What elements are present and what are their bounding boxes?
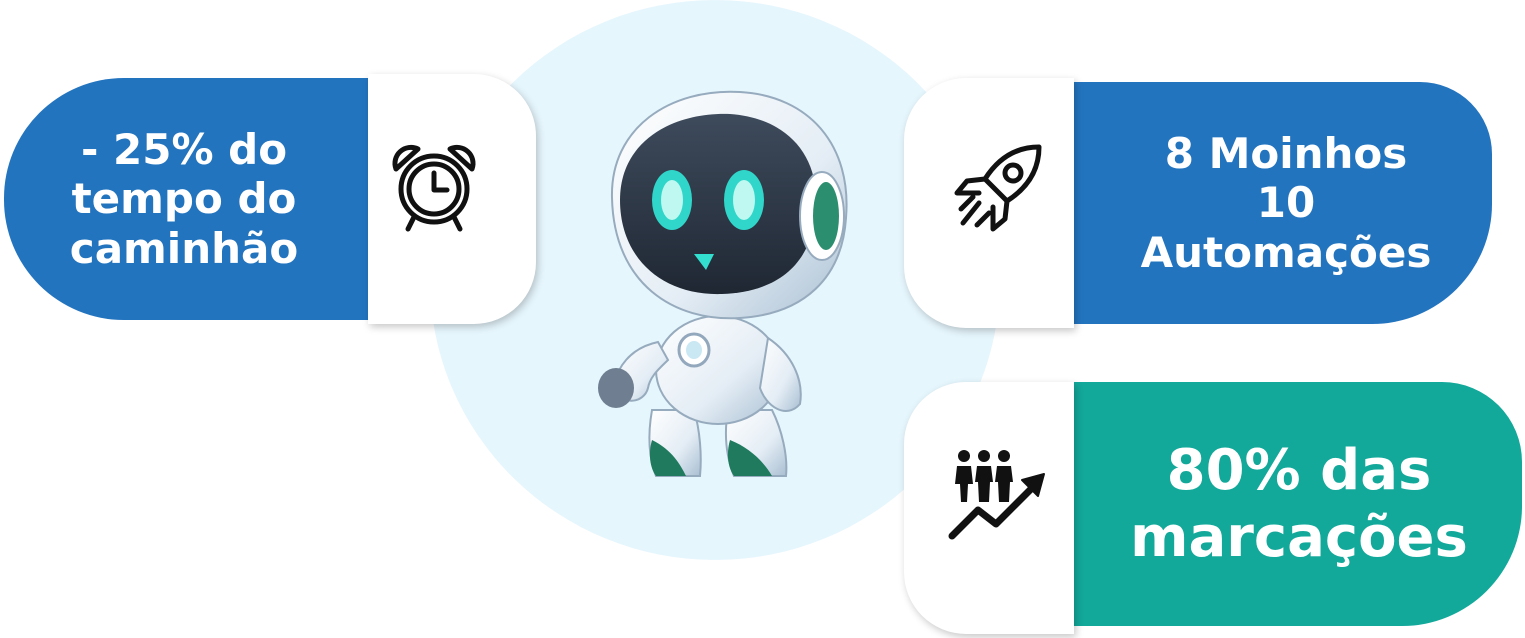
stat-markings-label: 80% das marcações — [1130, 437, 1468, 570]
stat-truck-time: - 25% do tempo do caminhão — [4, 78, 404, 320]
stat-mills-automations-icon-box — [904, 78, 1074, 328]
robot-illustration — [598, 90, 848, 477]
people-growth-icon — [948, 450, 1045, 540]
stat-markings-icon-box — [904, 382, 1074, 634]
stat-mills-automations-label: 8 Moinhos 10 Automações — [1140, 128, 1432, 277]
stat-truck-time-label: - 25% do tempo do caminhão — [69, 124, 299, 273]
rocket-icon — [954, 144, 1042, 232]
stat-truck-time-icon-box — [368, 74, 536, 324]
stat-markings: 80% das marcações — [1040, 382, 1522, 626]
stat-mills-automations: 8 Moinhos 10 Automações — [1040, 82, 1492, 324]
alarm-clock-icon — [392, 144, 476, 232]
